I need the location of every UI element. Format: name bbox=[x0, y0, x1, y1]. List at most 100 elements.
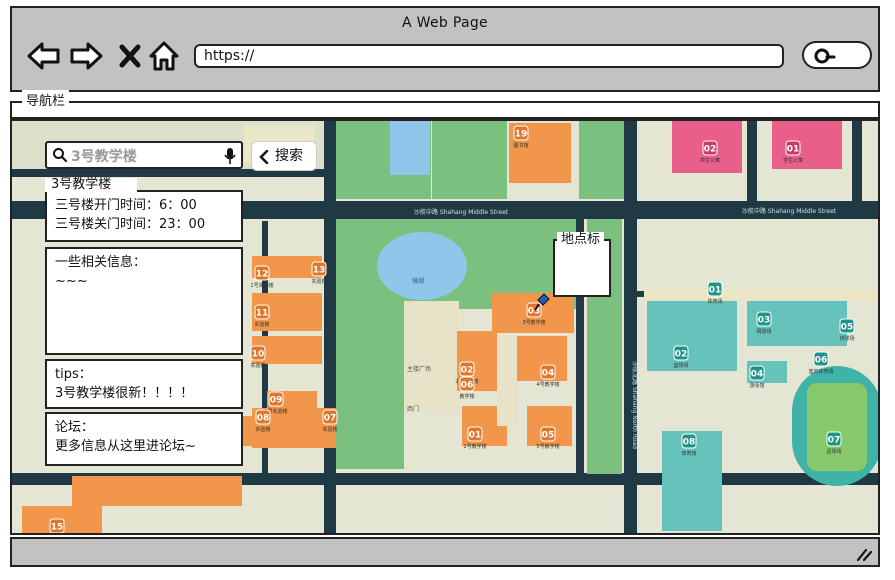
building-number: 04 bbox=[542, 369, 555, 379]
address-bar[interactable]: https:// bbox=[194, 44, 784, 68]
building-number: 01 bbox=[469, 431, 482, 441]
close-time-text: 三号楼关门时间：23：00 bbox=[55, 217, 206, 232]
building-number: 10 bbox=[252, 350, 265, 360]
open-time-text: 三号楼开门时间：6：00 bbox=[55, 198, 197, 213]
building-number: 05 bbox=[542, 431, 555, 441]
building-name: 4号教学楼 bbox=[536, 381, 559, 388]
browser-window-chrome: A Web Page https:// bbox=[10, 6, 880, 92]
building-marker[interactable]: 15 bbox=[49, 518, 65, 533]
building-name: 实验楼 bbox=[322, 426, 337, 433]
square-label: 主楼广场 bbox=[407, 365, 431, 373]
building-number: 15 bbox=[51, 523, 64, 533]
search-button-label: 搜索 bbox=[275, 148, 303, 164]
map-pin-icon[interactable] bbox=[534, 293, 550, 311]
building-marker[interactable]: 08 实验楼 bbox=[255, 409, 271, 433]
building-number: 08 bbox=[257, 414, 270, 424]
building-number: 13 bbox=[313, 266, 326, 276]
building-name: 实验楼 bbox=[250, 362, 265, 369]
building-number: 01 bbox=[787, 145, 800, 155]
building-name: 学生公寓 bbox=[783, 157, 803, 164]
road-label-vertical: 沙航北路 Shahang North Road bbox=[631, 361, 639, 449]
search-icon bbox=[814, 48, 836, 64]
home-button[interactable] bbox=[146, 38, 182, 74]
building-name: 游泳馆 bbox=[749, 382, 764, 389]
forum-card[interactable]: 论坛： 更多信息从这里进论坛~ bbox=[45, 412, 243, 466]
building-marker[interactable]: 04 游泳馆 bbox=[749, 365, 765, 389]
map-viewport[interactable]: 沙航中路 Shahang Middle Street 沙航中路 Shahang … bbox=[10, 119, 880, 535]
navbar-label: 导航栏 bbox=[22, 90, 70, 109]
building-name: 体育馆 bbox=[681, 450, 696, 457]
location-marker-label: 地点标 bbox=[557, 232, 605, 247]
building-name: 1号实验楼 bbox=[250, 282, 273, 289]
navbar bbox=[10, 101, 880, 119]
tips-card: tips： 3号教学楼很新！！！！ bbox=[45, 359, 243, 409]
search-icon bbox=[53, 148, 68, 163]
building-name: 学生公寓 bbox=[700, 157, 720, 164]
building-marker[interactable]: 02 学生公寓 bbox=[700, 140, 720, 164]
lake-label: 镜湖 bbox=[412, 277, 424, 285]
location-marker-box[interactable] bbox=[553, 239, 611, 297]
road-label-top-right: 沙航中路 Shahang Middle Street bbox=[742, 207, 837, 215]
tips-content: 3号教学楼很新！！！！ bbox=[55, 386, 194, 401]
building-marker[interactable]: 11 实验楼 bbox=[254, 304, 270, 328]
tips-title: tips： bbox=[55, 367, 92, 382]
browser-search-button[interactable] bbox=[802, 41, 872, 69]
building-name: 实验楼 bbox=[255, 426, 270, 433]
forward-arrow-icon bbox=[70, 42, 103, 70]
building-marker[interactable]: 07 足球场 bbox=[826, 431, 842, 455]
map-search-box[interactable]: 3号教学楼 bbox=[45, 141, 243, 169]
building-number: 11 bbox=[256, 309, 269, 319]
building-number: 05 bbox=[841, 323, 854, 333]
building-marker[interactable]: 08 体育馆 bbox=[681, 433, 697, 457]
chevron-left-icon bbox=[259, 150, 269, 164]
building-name: 足球场 bbox=[826, 448, 841, 455]
building-name: 5号教学楼 bbox=[536, 443, 559, 450]
building-marker[interactable]: 19 图书馆 bbox=[513, 125, 529, 149]
close-x-icon bbox=[119, 44, 141, 68]
building-number: 06 bbox=[461, 381, 474, 391]
forum-title: 论坛： bbox=[55, 420, 95, 435]
building-number: 19 bbox=[515, 130, 528, 140]
building-name-title: 3号教学楼 bbox=[45, 178, 137, 192]
building-marker[interactable]: 01 体育场 bbox=[707, 281, 723, 305]
back-arrow-icon bbox=[27, 42, 60, 70]
building-name: 实验楼 bbox=[254, 321, 269, 328]
building-name: 实验楼 bbox=[311, 278, 326, 285]
building-marker[interactable]: 10 实验楼 bbox=[250, 345, 266, 369]
building-name: 图书馆 bbox=[513, 142, 528, 149]
building-name: 篮球场 bbox=[673, 362, 688, 369]
building-number: 12 bbox=[256, 270, 269, 280]
building-marker[interactable]: 05 排球场 bbox=[839, 318, 855, 342]
building-number: 06 bbox=[815, 356, 828, 366]
building-name: 体育场 bbox=[707, 298, 722, 305]
microphone-icon[interactable] bbox=[224, 147, 236, 165]
window-title: A Web Page bbox=[402, 15, 488, 31]
building-number: 04 bbox=[751, 370, 764, 380]
home-icon bbox=[149, 41, 179, 71]
building-marker[interactable]: 13 实验楼 bbox=[311, 261, 327, 285]
opening-hours-card: 三号楼开门时间：6：00 三号楼关门时间：23：00 bbox=[45, 190, 243, 242]
building-name: 3号教学楼 bbox=[522, 319, 545, 326]
building-marker[interactable]: 03 网球场 bbox=[756, 311, 772, 335]
back-button[interactable] bbox=[26, 38, 62, 74]
forward-button[interactable] bbox=[68, 38, 104, 74]
building-number: 03 bbox=[758, 316, 771, 326]
road-label-top: 沙航中路 Shahang Middle Street bbox=[414, 208, 509, 216]
building-marker[interactable]: 01 学生公寓 bbox=[783, 140, 803, 164]
building-name: 教学楼 bbox=[459, 393, 474, 400]
stop-button[interactable] bbox=[112, 38, 148, 74]
building-name: 1号教学楼 bbox=[463, 443, 486, 450]
resize-grip-icon[interactable] bbox=[856, 547, 872, 561]
building-number: 09 bbox=[270, 396, 283, 406]
building-marker[interactable]: 02 篮球场 bbox=[673, 345, 689, 369]
search-input[interactable]: 3号教学楼 bbox=[71, 146, 137, 166]
search-button[interactable]: 搜索 bbox=[251, 141, 317, 171]
forum-link[interactable]: 更多信息从这里进论坛~ bbox=[55, 437, 233, 456]
building-marker[interactable]: 07 实验楼 bbox=[322, 409, 338, 433]
related-info-card: 一些相关信息： ~~~ bbox=[45, 247, 243, 355]
building-marker[interactable]: 06 教学楼 bbox=[459, 376, 475, 400]
building-number: 07 bbox=[828, 436, 841, 446]
building-name: 网球场 bbox=[756, 328, 771, 335]
building-number: 08 bbox=[683, 438, 696, 448]
related-info-content: ~~~ bbox=[55, 274, 88, 289]
